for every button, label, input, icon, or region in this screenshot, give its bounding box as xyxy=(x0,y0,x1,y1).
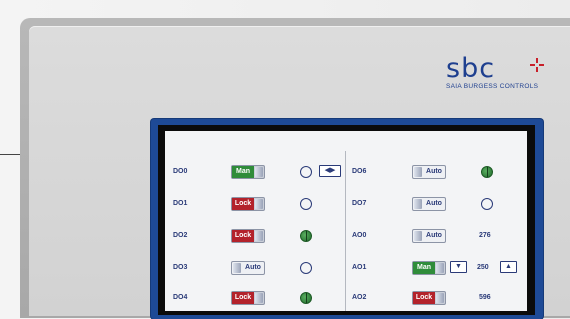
row-ao1: AO1 Man ▼ 250 ▲ xyxy=(346,259,527,279)
mode-toggle-do3[interactable]: Auto xyxy=(231,261,265,275)
status-indicator-on xyxy=(481,166,493,178)
row-label: AO2 xyxy=(352,294,367,301)
touch-screen: DO0 Man ◀▶ DO1 Lock DO2 Lock DO3 Auto DO… xyxy=(165,131,527,311)
toggle-knob xyxy=(233,263,241,273)
mode-toggle-do2[interactable]: Lock xyxy=(231,229,265,243)
analog-value: 250 xyxy=(477,264,489,271)
background-line xyxy=(0,154,22,155)
toggle-knob xyxy=(414,199,422,209)
row-do2: DO2 Lock xyxy=(165,227,345,247)
decrease-button[interactable]: ▼ xyxy=(450,261,467,273)
left-right-arrow-icon: ◀▶ xyxy=(324,167,336,174)
toggle-label: Auto xyxy=(245,264,261,271)
brand-logo: sbc SAIA BURGESS CONTROLS xyxy=(446,55,556,95)
arrow-up-icon: ▲ xyxy=(505,263,512,270)
mode-toggle-ao2[interactable]: Lock xyxy=(412,291,446,305)
status-indicator-on xyxy=(300,292,312,304)
row-label: DO2 xyxy=(173,232,188,239)
mode-toggle-do4[interactable]: Lock xyxy=(231,291,265,305)
logo-subtitle: SAIA BURGESS CONTROLS xyxy=(446,83,539,90)
row-label: AO1 xyxy=(352,264,367,271)
mode-toggle-ao1[interactable]: Man xyxy=(412,261,446,275)
status-indicator-off xyxy=(300,198,312,210)
toggle-label: Auto xyxy=(426,168,442,175)
row-do4: DO4 Lock xyxy=(165,289,345,309)
toggle-label: Man xyxy=(232,166,254,178)
toggle-label: Lock xyxy=(232,292,254,304)
row-do1: DO1 Lock xyxy=(165,195,345,215)
row-ao2: AO2 Lock 596 xyxy=(346,289,527,309)
toggle-label: Lock xyxy=(232,198,254,210)
status-indicator-off xyxy=(300,262,312,274)
toggle-knob xyxy=(436,263,444,273)
arrow-down-icon: ▼ xyxy=(455,263,462,270)
row-label: DO3 xyxy=(173,264,188,271)
row-do7: DO7 Auto xyxy=(346,195,527,215)
row-label: AO0 xyxy=(352,232,367,239)
mode-toggle-do0[interactable]: Man xyxy=(231,165,265,179)
toggle-label: Auto xyxy=(426,200,442,207)
row-ao0: AO0 Auto 276 xyxy=(346,227,527,247)
mode-toggle-ao0[interactable]: Auto xyxy=(412,229,446,243)
toggle-knob xyxy=(255,167,263,177)
mode-toggle-do6[interactable]: Auto xyxy=(412,165,446,179)
increase-button[interactable]: ▲ xyxy=(500,261,517,273)
row-do3: DO3 Auto xyxy=(165,259,345,279)
row-label: DO6 xyxy=(352,168,367,175)
status-indicator-off xyxy=(481,198,493,210)
toggle-knob xyxy=(436,293,444,303)
toggle-knob xyxy=(255,199,263,209)
row-do0: DO0 Man ◀▶ xyxy=(165,163,345,183)
mode-toggle-do1[interactable]: Lock xyxy=(231,197,265,211)
left-right-arrow-button[interactable]: ◀▶ xyxy=(319,165,341,177)
mode-toggle-do7[interactable]: Auto xyxy=(412,197,446,211)
row-label: DO1 xyxy=(173,200,188,207)
toggle-knob xyxy=(414,231,422,241)
toggle-knob xyxy=(255,231,263,241)
status-indicator-off xyxy=(300,166,312,178)
toggle-label: Lock xyxy=(232,230,254,242)
logo-cross-icon xyxy=(530,58,544,72)
toggle-knob xyxy=(255,293,263,303)
row-label: DO4 xyxy=(173,294,188,301)
status-indicator-on xyxy=(300,230,312,242)
row-label: DO7 xyxy=(352,200,367,207)
toggle-label: Man xyxy=(413,262,435,274)
toggle-label: Lock xyxy=(413,292,435,304)
analog-value: 276 xyxy=(479,232,491,239)
row-label: DO0 xyxy=(173,168,188,175)
toggle-label: Auto xyxy=(426,232,442,239)
analog-value: 596 xyxy=(479,294,491,301)
toggle-knob xyxy=(414,167,422,177)
row-do6: DO6 Auto xyxy=(346,163,527,183)
